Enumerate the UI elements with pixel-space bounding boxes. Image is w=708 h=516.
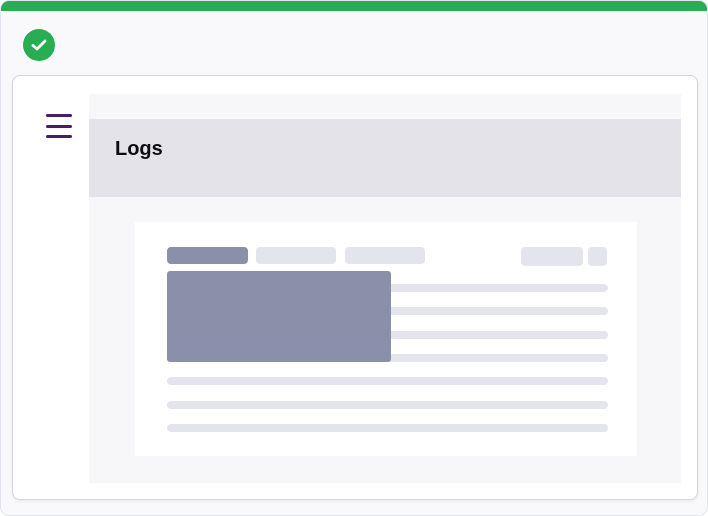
menu-line bbox=[46, 135, 72, 138]
logs-panel: Logs bbox=[89, 94, 681, 483]
tab-placeholder[interactable] bbox=[256, 247, 336, 264]
hamburger-menu-icon[interactable] bbox=[46, 114, 72, 138]
menu-line bbox=[46, 114, 72, 117]
log-line bbox=[167, 424, 608, 432]
action-placeholder[interactable] bbox=[521, 247, 583, 266]
log-line bbox=[167, 401, 608, 409]
panel-header: Logs bbox=[89, 119, 681, 197]
check-circle-icon bbox=[23, 29, 55, 61]
log-line bbox=[167, 377, 608, 385]
checkmark-icon bbox=[31, 39, 47, 51]
page-title: Logs bbox=[115, 138, 163, 160]
tab-placeholder-active[interactable] bbox=[167, 247, 248, 264]
content-block-placeholder bbox=[167, 271, 391, 362]
logs-card bbox=[135, 222, 637, 456]
preview-window: Logs bbox=[12, 75, 698, 500]
tab-placeholder[interactable] bbox=[345, 247, 425, 264]
status-bar bbox=[1, 1, 707, 11]
menu-line bbox=[46, 124, 72, 128]
app-frame: Logs bbox=[0, 0, 708, 516]
action-placeholder-small[interactable] bbox=[588, 247, 607, 266]
